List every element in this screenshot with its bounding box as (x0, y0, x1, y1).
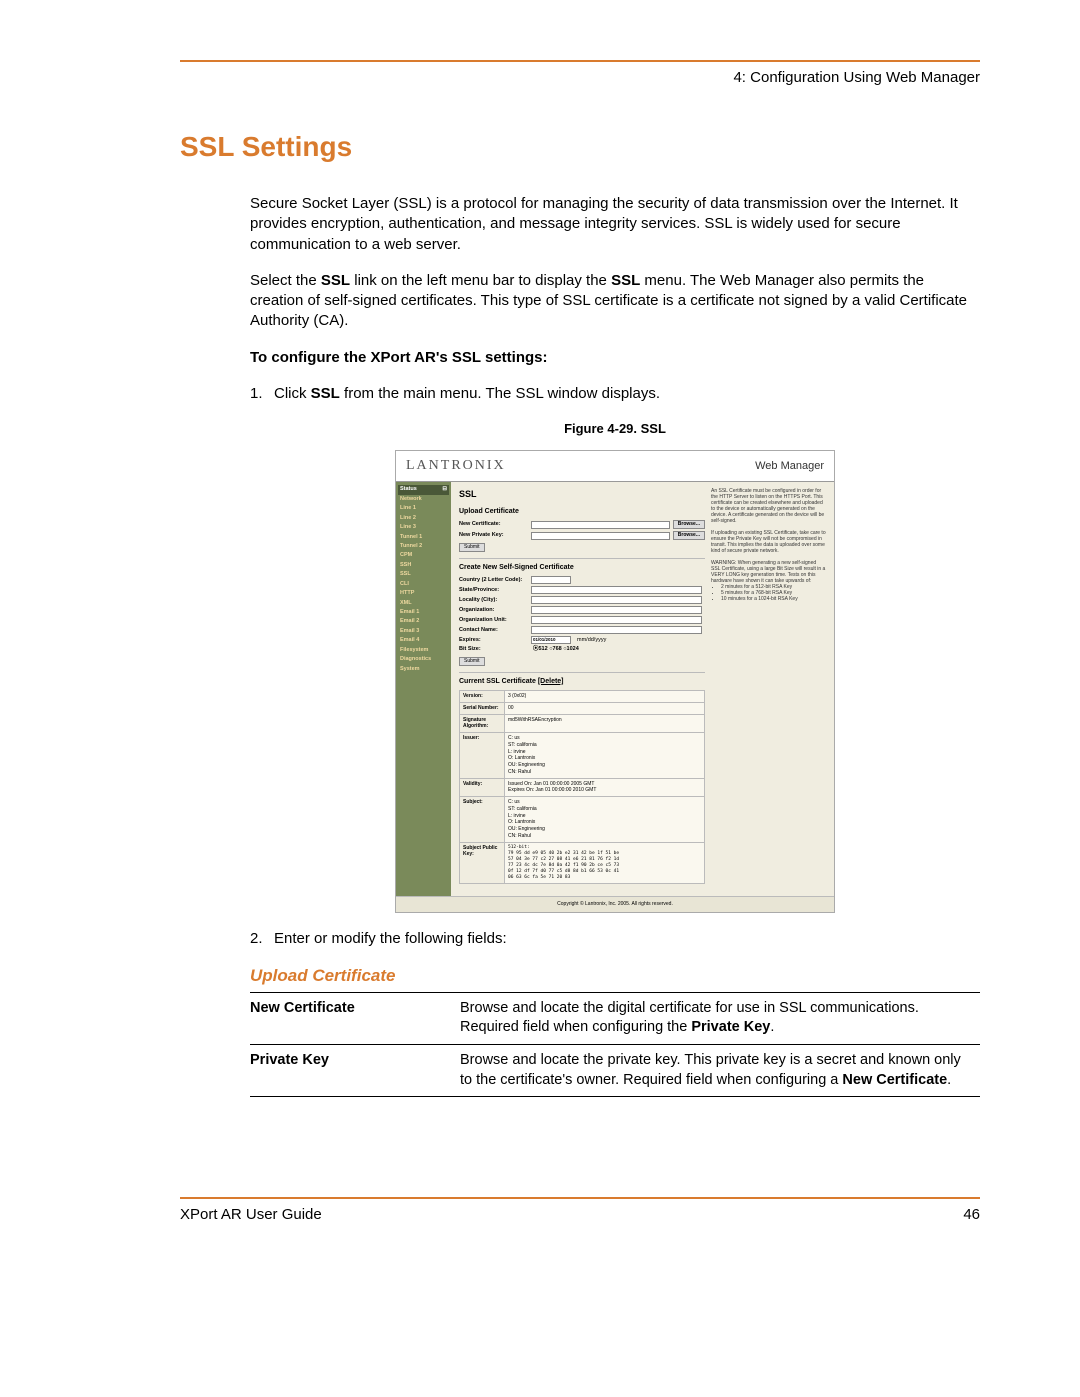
sidebar: Status ⊟ Network Line 1 Line 2 Line 3 Tu… (396, 482, 451, 896)
cn-input[interactable] (531, 626, 702, 634)
bitsize-radios[interactable]: ⦿512 ○768 ○1024 (533, 646, 579, 653)
new-pk-label: New Private Key: (459, 532, 531, 539)
create-cert-heading: Create New Self-Signed Certificate (459, 563, 705, 572)
sidebar-item-tunnel2[interactable]: Tunnel 2 (398, 542, 449, 551)
sidebar-item-email3[interactable]: Email 3 (398, 627, 449, 636)
upload-cert-heading: Upload Certificate (459, 507, 705, 516)
new-pk-input[interactable] (531, 532, 670, 540)
sidebar-item-cli[interactable]: CLI (398, 580, 449, 589)
figure-caption: Figure 4-29. SSL (250, 420, 980, 438)
sidebar-item-email2[interactable]: Email 2 (398, 617, 449, 626)
new-cert-row-label: New Certificate (250, 992, 460, 1044)
footer-left: XPort AR User Guide (180, 1205, 322, 1225)
step-1: 1. Click SSL from the main menu. The SSL… (250, 384, 980, 404)
breadcrumb: 4: Configuration Using Web Manager (180, 68, 980, 88)
sidebar-item-diagnostics[interactable]: Diagnostics (398, 655, 449, 664)
web-manager-label: Web Manager (755, 459, 824, 474)
current-cert-heading: Current SSL Certificate [Delete] (459, 677, 705, 686)
sidebar-item-system[interactable]: System (398, 665, 449, 674)
instructions-heading: To configure the XPort AR's SSL settings… (250, 348, 980, 368)
sidebar-item-xml[interactable]: XML (398, 599, 449, 608)
page-title: SSL Settings (180, 128, 980, 166)
delete-link[interactable]: [Delete] (538, 678, 564, 685)
sidebar-item-network[interactable]: Network (398, 495, 449, 504)
new-cert-input[interactable] (531, 521, 670, 529)
sidebar-item-filesystem[interactable]: Filesystem (398, 646, 449, 655)
browse-button[interactable]: Browse... (673, 531, 705, 540)
sidebar-item-line2[interactable]: Line 2 (398, 514, 449, 523)
browse-button[interactable]: Browse... (673, 520, 705, 529)
sidebar-item-line3[interactable]: Line 3 (398, 523, 449, 532)
copyright: Copyright © Lantronix, Inc. 2005. All ri… (396, 896, 834, 912)
country-input[interactable] (531, 576, 571, 584)
sidebar-item-line1[interactable]: Line 1 (398, 504, 449, 513)
ssl-screenshot: LANTRONIX Web Manager Status ⊟ Network L… (395, 450, 835, 913)
submit-button[interactable]: Submit (459, 657, 485, 666)
logo: LANTRONIX (406, 457, 506, 476)
new-cert-label: New Certificate: (459, 521, 531, 528)
ssl-heading: SSL (459, 488, 705, 500)
page-number: 46 (963, 1205, 980, 1225)
sidebar-item-ssh[interactable]: SSH (398, 561, 449, 570)
state-input[interactable] (531, 586, 702, 594)
sidebar-item-http[interactable]: HTTP (398, 589, 449, 598)
locality-input[interactable] (531, 596, 702, 604)
step-2: 2. Enter or modify the following fields: (250, 929, 980, 949)
private-key-row-desc: Browse and locate the private key. This … (460, 1045, 980, 1097)
collapse-icon[interactable]: ⊟ (442, 486, 447, 493)
submit-button[interactable]: Submit (459, 543, 485, 552)
config-table: New Certificate Browse and locate the di… (250, 992, 980, 1097)
intro-paragraph-2: Select the SSL link on the left menu bar… (250, 271, 980, 332)
intro-paragraph-1: Secure Socket Layer (SSL) is a protocol … (250, 194, 980, 255)
cert-table: Version:3 (0x02) Serial Number:00 Signat… (459, 690, 705, 884)
sidebar-item-cpm[interactable]: CPM (398, 551, 449, 560)
sidebar-item-email1[interactable]: Email 1 (398, 608, 449, 617)
upload-cert-section-heading: Upload Certificate (250, 965, 980, 988)
ou-input[interactable] (531, 616, 702, 624)
new-cert-row-desc: Browse and locate the digital certificat… (460, 992, 980, 1044)
sidebar-item-email4[interactable]: Email 4 (398, 636, 449, 645)
sidebar-item-ssl[interactable]: SSL (398, 570, 449, 579)
help-panel: An SSL Certificate must be configured in… (711, 488, 826, 890)
sidebar-item-tunnel1[interactable]: Tunnel 1 (398, 533, 449, 542)
private-key-row-label: Private Key (250, 1045, 460, 1097)
expires-input[interactable]: 01/01/2010 (531, 636, 571, 644)
org-input[interactable] (531, 606, 702, 614)
